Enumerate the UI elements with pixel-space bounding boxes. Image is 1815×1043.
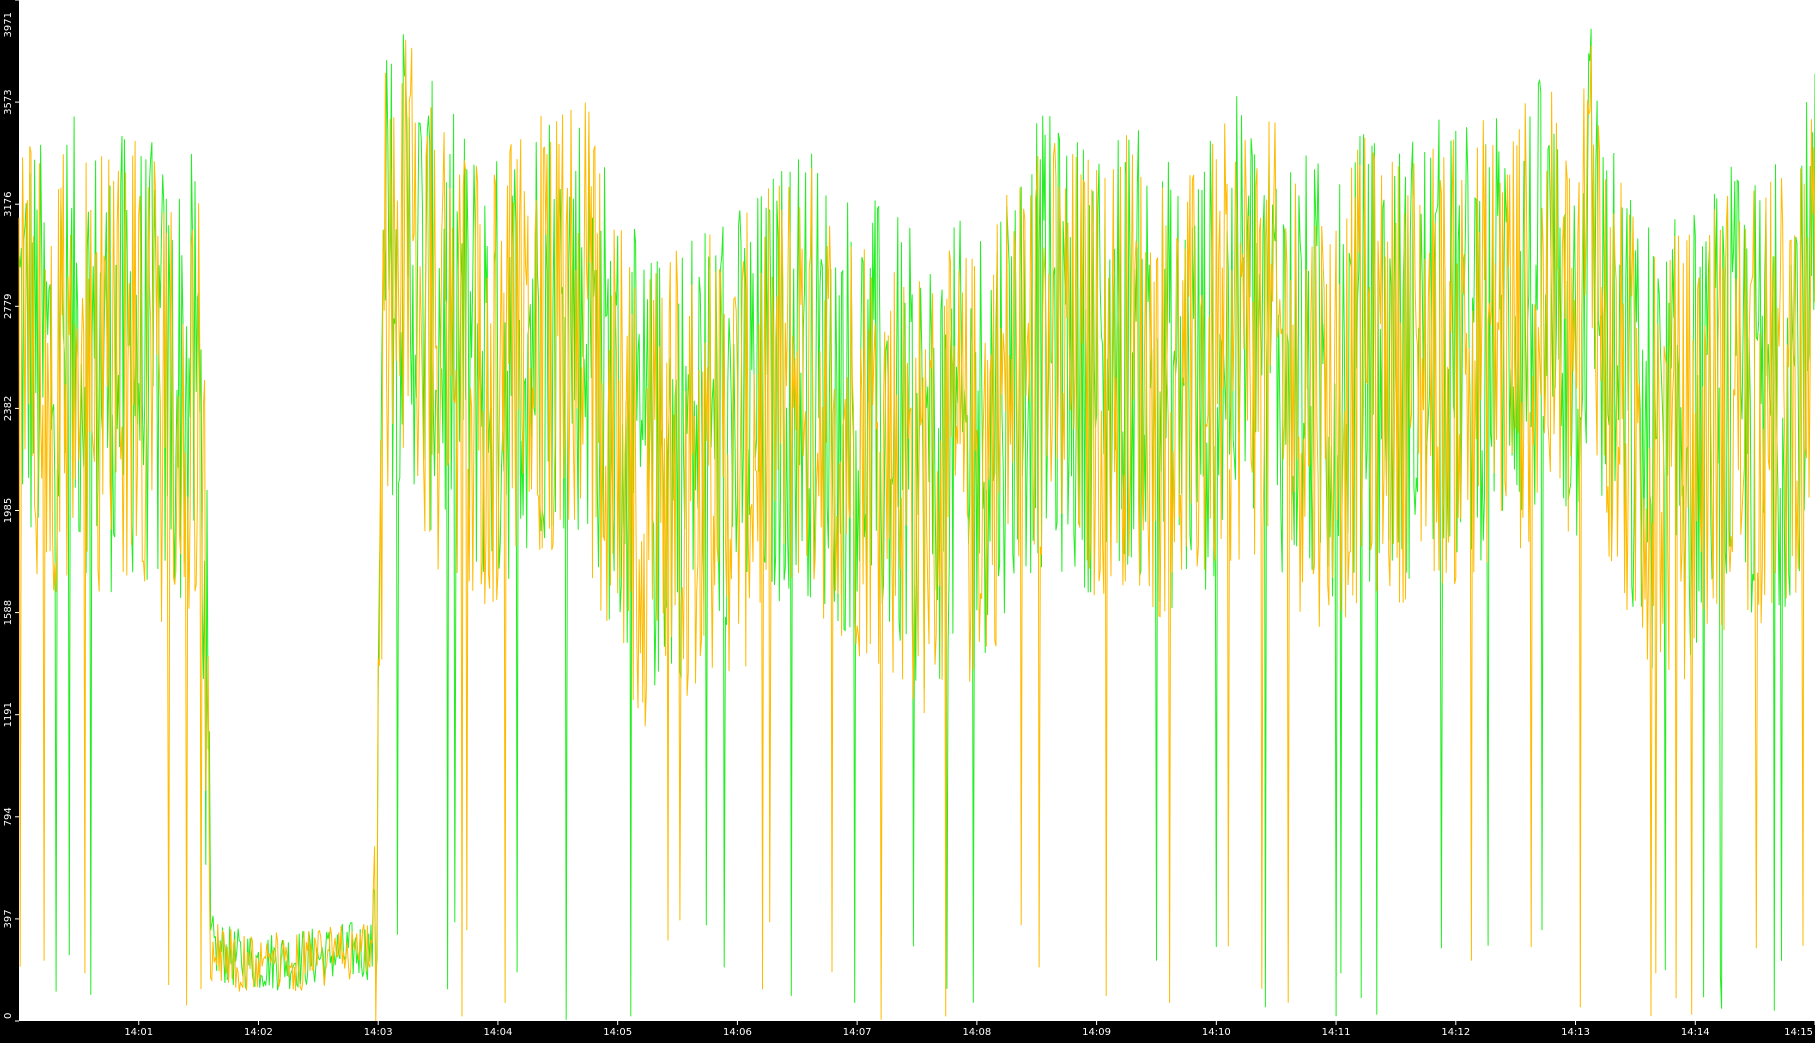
chart-svg: 039779411911588198523822779317635733971 … <box>3 0 1815 1038</box>
y-tick-label: 2382 <box>3 396 14 421</box>
x-tick-label: 14:07 <box>843 1027 872 1038</box>
y-tick-label: 3573 <box>3 89 14 114</box>
y-tick-label: 397 <box>3 909 14 928</box>
x-tick-label: 14:14 <box>1681 1027 1710 1038</box>
y-tick-label: 3176 <box>3 191 14 216</box>
y-axis: 0 397 794 1191 1588 1985 2382 2779 3176 3573 3971 <box>3 0 19 1022</box>
x-axis: 14:01 14:02 14:03 14:04 14:05 14:06 14:07 14:08… <box>124 1021 1815 1038</box>
x-tick-label: 14:04 <box>484 1027 513 1038</box>
x-tick-label: 14:09 <box>1082 1027 1111 1038</box>
y-tick-label: 1985 <box>3 498 14 523</box>
x-tick-label: 14:15 <box>1784 1027 1813 1038</box>
x-tick-label: 14:03 <box>364 1027 393 1038</box>
line-chart: 0 397 794 1191 1588 1985 2382 2779 3176 3573 3971 … <box>0 0 1815 1039</box>
y-tick-label: 0 <box>3 1013 14 1019</box>
y-tick-label: 1191 <box>3 702 14 727</box>
y-tick-label: 2779 <box>3 294 14 319</box>
y-tick-label: 1588 <box>3 600 14 625</box>
x-tick-label: 14:02 <box>244 1027 273 1038</box>
x-tick-label: 14:12 <box>1441 1027 1470 1038</box>
x-tick-label: 14:13 <box>1561 1027 1590 1038</box>
x-tick-label: 14:01 <box>124 1027 153 1038</box>
x-tick-label: 14:11 <box>1322 1027 1351 1038</box>
y-tick-label: 794 <box>3 807 14 826</box>
x-tick-label: 14:05 <box>603 1027 632 1038</box>
x-tick-label: 14:08 <box>962 1027 991 1038</box>
y-tick-label: 3971 <box>3 12 14 37</box>
x-tick-label: 14:06 <box>723 1027 752 1038</box>
x-tick-label: 14:10 <box>1202 1027 1231 1038</box>
